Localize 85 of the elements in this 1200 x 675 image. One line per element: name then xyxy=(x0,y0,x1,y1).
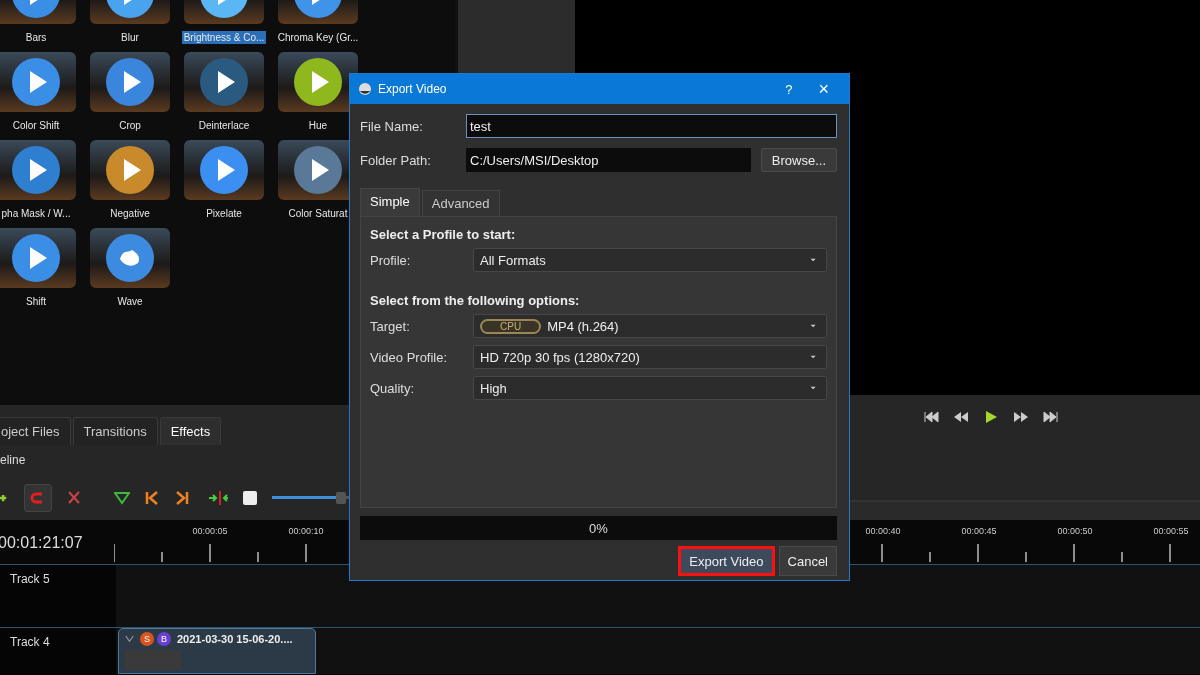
progress-reading: 0% xyxy=(589,520,608,536)
effect-label[interactable]: Deinterlace xyxy=(196,119,252,132)
effect-thumbnail[interactable] xyxy=(0,52,76,112)
browse-button[interactable]: Browse... xyxy=(760,148,837,172)
section-heading: Select a Profile to start: xyxy=(370,227,517,242)
jump-start-icon xyxy=(144,489,160,506)
ruler-label: 00:00:45 xyxy=(960,526,998,536)
profile-dropdown[interactable]: All Formats xyxy=(473,248,827,272)
effect-label[interactable]: pha Mask / W... xyxy=(0,207,73,220)
effect-label[interactable]: Pixelate xyxy=(204,207,244,220)
effect-thumbnail[interactable] xyxy=(90,52,170,112)
effect-thumbnail[interactable] xyxy=(0,140,76,200)
wave-orb-icon xyxy=(105,233,155,283)
effect-thumbnail[interactable] xyxy=(184,140,264,200)
play-orb-icon xyxy=(105,57,155,107)
ruler-label: 00:00:40 xyxy=(864,526,902,536)
play-orb-icon xyxy=(199,145,249,195)
rewind-icon xyxy=(953,409,969,425)
dialog-tab[interactable]: Advanced xyxy=(421,190,500,216)
effect-label[interactable]: Shift xyxy=(24,295,48,308)
zoom-slider[interactable] xyxy=(272,491,352,504)
effect-label[interactable]: Wave xyxy=(115,295,145,308)
clip-badge: B xyxy=(157,632,171,646)
field-label: Video Profile: xyxy=(370,349,449,365)
ruler-label: 00:00:05 xyxy=(191,526,229,536)
square-icon xyxy=(242,489,258,506)
effect-label[interactable]: Color Saturat xyxy=(286,207,350,220)
cpu-tag: CPU xyxy=(480,318,542,334)
track-name: Track 5 xyxy=(10,572,50,586)
play-orb-icon xyxy=(293,145,343,195)
play-orb-icon xyxy=(199,57,249,107)
field-label: Target: xyxy=(370,318,411,334)
snap-toggle[interactable] xyxy=(24,483,52,512)
effect-label[interactable]: Chroma Key (Gr... xyxy=(275,31,361,44)
play-orb-icon xyxy=(11,145,61,195)
play-orb-icon xyxy=(11,233,61,283)
effect-label[interactable]: Color Shift xyxy=(10,119,62,132)
app-logo-icon xyxy=(358,82,372,96)
export-button[interactable]: Export Video xyxy=(678,546,775,576)
effect-thumbnail[interactable] xyxy=(0,228,76,288)
ruler-label: 00:00:10 xyxy=(287,526,325,536)
option-dropdown[interactable]: CPU MP4 (h.264) xyxy=(473,314,827,338)
panel-tab[interactable]: oject Files xyxy=(0,417,71,445)
play-orb-icon xyxy=(105,145,155,195)
clip-badge: S xyxy=(140,632,154,646)
skip-end-icon xyxy=(1043,409,1059,425)
effect-label[interactable]: Negative xyxy=(108,207,152,220)
ruler-label: 00:00:55 xyxy=(1152,526,1190,536)
effect-label[interactable]: Bars xyxy=(23,31,49,44)
effect-label[interactable]: Brightness & Co... xyxy=(181,31,267,44)
clip-title: 2021-03-30 15-06-20.... xyxy=(177,633,293,645)
play-orb-icon xyxy=(293,57,343,107)
option-dropdown[interactable]: High xyxy=(473,376,827,400)
effect-thumbnail[interactable] xyxy=(278,52,358,112)
panel-tab[interactable]: Transitions xyxy=(72,417,158,445)
funnel-icon xyxy=(114,489,130,506)
dialog-tab[interactable]: Simple xyxy=(360,188,420,216)
field-label: Profile: xyxy=(370,252,412,268)
fast-forward-icon xyxy=(1013,409,1029,425)
field-label: File Name: xyxy=(360,118,424,134)
folder-path-field[interactable]: C:/Users/MSI/Desktop xyxy=(466,148,751,172)
effect-thumbnail[interactable] xyxy=(184,52,264,112)
help-button[interactable]: ? xyxy=(775,81,803,97)
effect-label[interactable]: Blur xyxy=(119,31,141,44)
effect-thumbnail[interactable] xyxy=(90,228,170,288)
play-icon xyxy=(983,409,999,425)
jump-end-icon xyxy=(174,489,190,506)
timeline-title: eline xyxy=(0,453,26,467)
field-label: Quality: xyxy=(370,380,416,396)
close-button[interactable]: × xyxy=(808,78,839,100)
option-dropdown[interactable]: HD 720p 30 fps (1280x720) xyxy=(473,345,827,369)
skip-start-icon xyxy=(923,409,939,425)
section-heading: Select from the following options: xyxy=(370,293,581,308)
panel-tab[interactable]: Effects xyxy=(159,417,222,445)
play-orb-icon xyxy=(11,57,61,107)
ruler-label: 00:00:50 xyxy=(1056,526,1094,536)
dialog-title: Export Video xyxy=(378,82,448,96)
cancel-button[interactable]: Cancel xyxy=(778,546,837,576)
field-label: Folder Path: xyxy=(360,152,432,168)
file-name-field[interactable]: test xyxy=(466,114,837,138)
track-name: Track 4 xyxy=(10,635,50,649)
effect-label[interactable]: Hue xyxy=(306,119,330,132)
effect-label[interactable]: Crop xyxy=(117,119,143,132)
timeline-clip[interactable]: S B 2021-03-30 15-06-20.... xyxy=(118,628,316,674)
effect-thumbnail[interactable] xyxy=(90,140,170,200)
